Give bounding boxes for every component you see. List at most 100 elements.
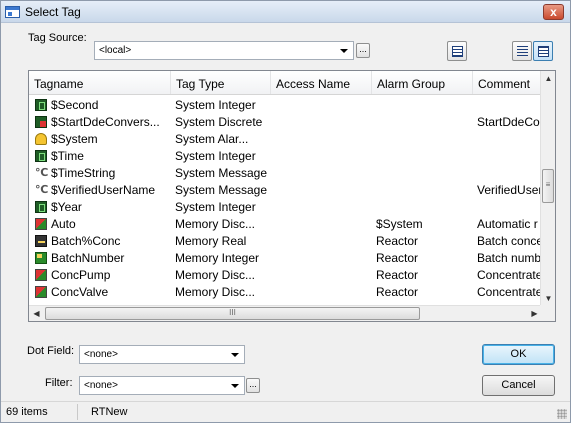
tag-source-browse-button[interactable]: ...: [356, 43, 370, 58]
table-row[interactable]: Batch%Conc Memory Real Reactor Batch conce: [29, 233, 542, 249]
alarm-group-cell: Reactor: [376, 234, 419, 248]
tag-list[interactable]: Tagname Tag Type Access Name Alarm Group…: [28, 70, 556, 322]
tagname-cell: BatchNumber: [51, 251, 125, 265]
tag-source-value: <local>: [99, 45, 132, 56]
message-icon: ℃: [35, 184, 49, 196]
tagname-cell: Batch%Conc: [51, 234, 121, 248]
tag-type-cell: Memory Disc...: [175, 285, 256, 299]
window-title: Select Tag: [25, 5, 81, 19]
memory-discrete-icon: [35, 218, 47, 230]
column-header-access-name[interactable]: Access Name: [271, 71, 372, 94]
tag-source-label: Tag Source:: [28, 32, 87, 44]
horizontal-scroll-thumb[interactable]: III: [45, 307, 420, 320]
memory-real-icon: [35, 235, 47, 247]
dot-field-value: <none>: [84, 349, 118, 360]
table-row[interactable]: ℃ $TimeString System Message: [29, 165, 542, 181]
comment-cell: Batch conce: [477, 234, 541, 248]
table-row[interactable]: ConcValve Memory Disc... Reactor Concentrat…: [29, 284, 542, 300]
comment-cell: Concentrate: [477, 285, 541, 299]
table-row[interactable]: ConcPump Memory Disc... Reactor Concentrate: [29, 267, 542, 283]
title-bar: Select Tag x: [1, 1, 570, 23]
filter-value: <none>: [84, 380, 118, 391]
scroll-up-icon[interactable]: ▲: [541, 71, 555, 86]
list-view-icon: [517, 46, 528, 57]
table-row[interactable]: ℃ $VerifiedUserName System Message Verified…: [29, 182, 542, 198]
alarm-group-cell: Reactor: [376, 285, 419, 299]
scroll-corner: [540, 305, 555, 321]
comment-cell: VerifiedUser: [477, 183, 541, 197]
column-header-alarm-group[interactable]: Alarm Group: [372, 71, 473, 94]
details-view-button[interactable]: [533, 41, 553, 61]
table-row[interactable]: $System System Alar...: [29, 131, 542, 147]
memory-discrete-icon: [35, 269, 47, 281]
vertical-scroll-thumb[interactable]: ≡: [542, 169, 554, 203]
alarm-group-cell: Reactor: [376, 268, 419, 282]
memory-integer-icon: [35, 252, 47, 264]
ok-button[interactable]: OK: [482, 344, 555, 365]
tagname-cell: ConcValve: [51, 285, 109, 299]
column-header-tag-type[interactable]: Tag Type: [171, 71, 271, 94]
discrete-green-icon: [35, 99, 47, 111]
tagname-cell: $Time: [51, 149, 84, 163]
table-row[interactable]: $Second System Integer: [29, 97, 542, 113]
cancel-button[interactable]: Cancel: [482, 375, 555, 396]
table-row[interactable]: $Year System Integer: [29, 199, 542, 215]
tag-source-combobox[interactable]: <local>: [94, 41, 354, 60]
close-button[interactable]: x: [543, 4, 564, 20]
alarm-bell-icon: [35, 133, 47, 145]
discrete-red-icon: [35, 116, 47, 128]
list-rows: $Second System Integer $StartDdeConvers...…: [29, 97, 542, 305]
table-row[interactable]: $Time System Integer: [29, 148, 542, 164]
status-divider: [77, 404, 78, 420]
window-icon: [5, 6, 20, 18]
tag-browser-view-button[interactable]: [447, 41, 467, 61]
scroll-down-icon[interactable]: ▼: [541, 291, 555, 306]
chevron-down-icon: [231, 353, 239, 357]
alarm-group-cell: $System: [376, 217, 423, 231]
comment-cell: Automatic r: [477, 217, 538, 231]
tag-type-cell: Memory Integer: [175, 251, 260, 265]
grid-view-icon: [452, 46, 463, 57]
tagname-cell: Auto: [51, 217, 76, 231]
tag-type-cell: System Discrete: [175, 115, 263, 129]
filter-label: Filter:: [45, 377, 73, 389]
tagname-cell: $VerifiedUserName: [51, 183, 156, 197]
tag-type-cell: System Message: [175, 166, 268, 180]
column-header-tagname[interactable]: Tagname: [29, 71, 171, 94]
list-view-button[interactable]: [512, 41, 532, 61]
comment-cell: StartDdeCon: [477, 115, 541, 129]
comment-cell: Batch numb: [477, 251, 541, 265]
vertical-scrollbar[interactable]: ▲ ≡ ▼: [540, 71, 555, 306]
select-tag-dialog: Select Tag x Tag Source: <local> ... Tag…: [0, 0, 571, 423]
tagname-cell: $TimeString: [51, 166, 116, 180]
tagname-cell: $StartDdeConvers...: [51, 115, 160, 129]
alarm-group-cell: Reactor: [376, 251, 419, 265]
discrete-green-icon: [35, 201, 47, 213]
filter-browse-button[interactable]: ...: [246, 378, 260, 393]
status-bar: 69 items RTNew: [1, 401, 570, 422]
comment-cell: Concentrate: [477, 268, 541, 282]
database-name: RTNew: [91, 406, 128, 418]
tag-type-cell: Memory Disc...: [175, 217, 256, 231]
horizontal-scrollbar[interactable]: ◀ III ▶: [29, 305, 542, 321]
tagname-cell: ConcPump: [51, 268, 111, 282]
scroll-left-icon[interactable]: ◀: [29, 306, 44, 321]
tag-type-cell: System Integer: [175, 149, 256, 163]
item-count: 69 items: [6, 406, 48, 418]
tagname-cell: $System: [51, 132, 98, 146]
tag-type-cell: Memory Disc...: [175, 268, 256, 282]
details-view-icon: [538, 46, 549, 57]
filter-combobox[interactable]: <none>: [79, 376, 245, 395]
tagname-cell: $Year: [51, 200, 82, 214]
chevron-down-icon: [231, 384, 239, 388]
table-row[interactable]: $StartDdeConvers... System Discrete StartD…: [29, 114, 542, 130]
resize-grip-icon[interactable]: [557, 409, 567, 419]
dot-field-combobox[interactable]: <none>: [79, 345, 245, 364]
tag-type-cell: System Integer: [175, 98, 256, 112]
message-icon: ℃: [35, 167, 49, 179]
tag-type-cell: System Message: [175, 183, 268, 197]
tag-type-cell: System Alar...: [175, 132, 249, 146]
table-row[interactable]: Auto Memory Disc... $System Automatic r: [29, 216, 542, 232]
table-row[interactable]: BatchNumber Memory Integer Reactor Batch nu…: [29, 250, 542, 266]
column-header-comment[interactable]: Comment: [473, 71, 543, 94]
